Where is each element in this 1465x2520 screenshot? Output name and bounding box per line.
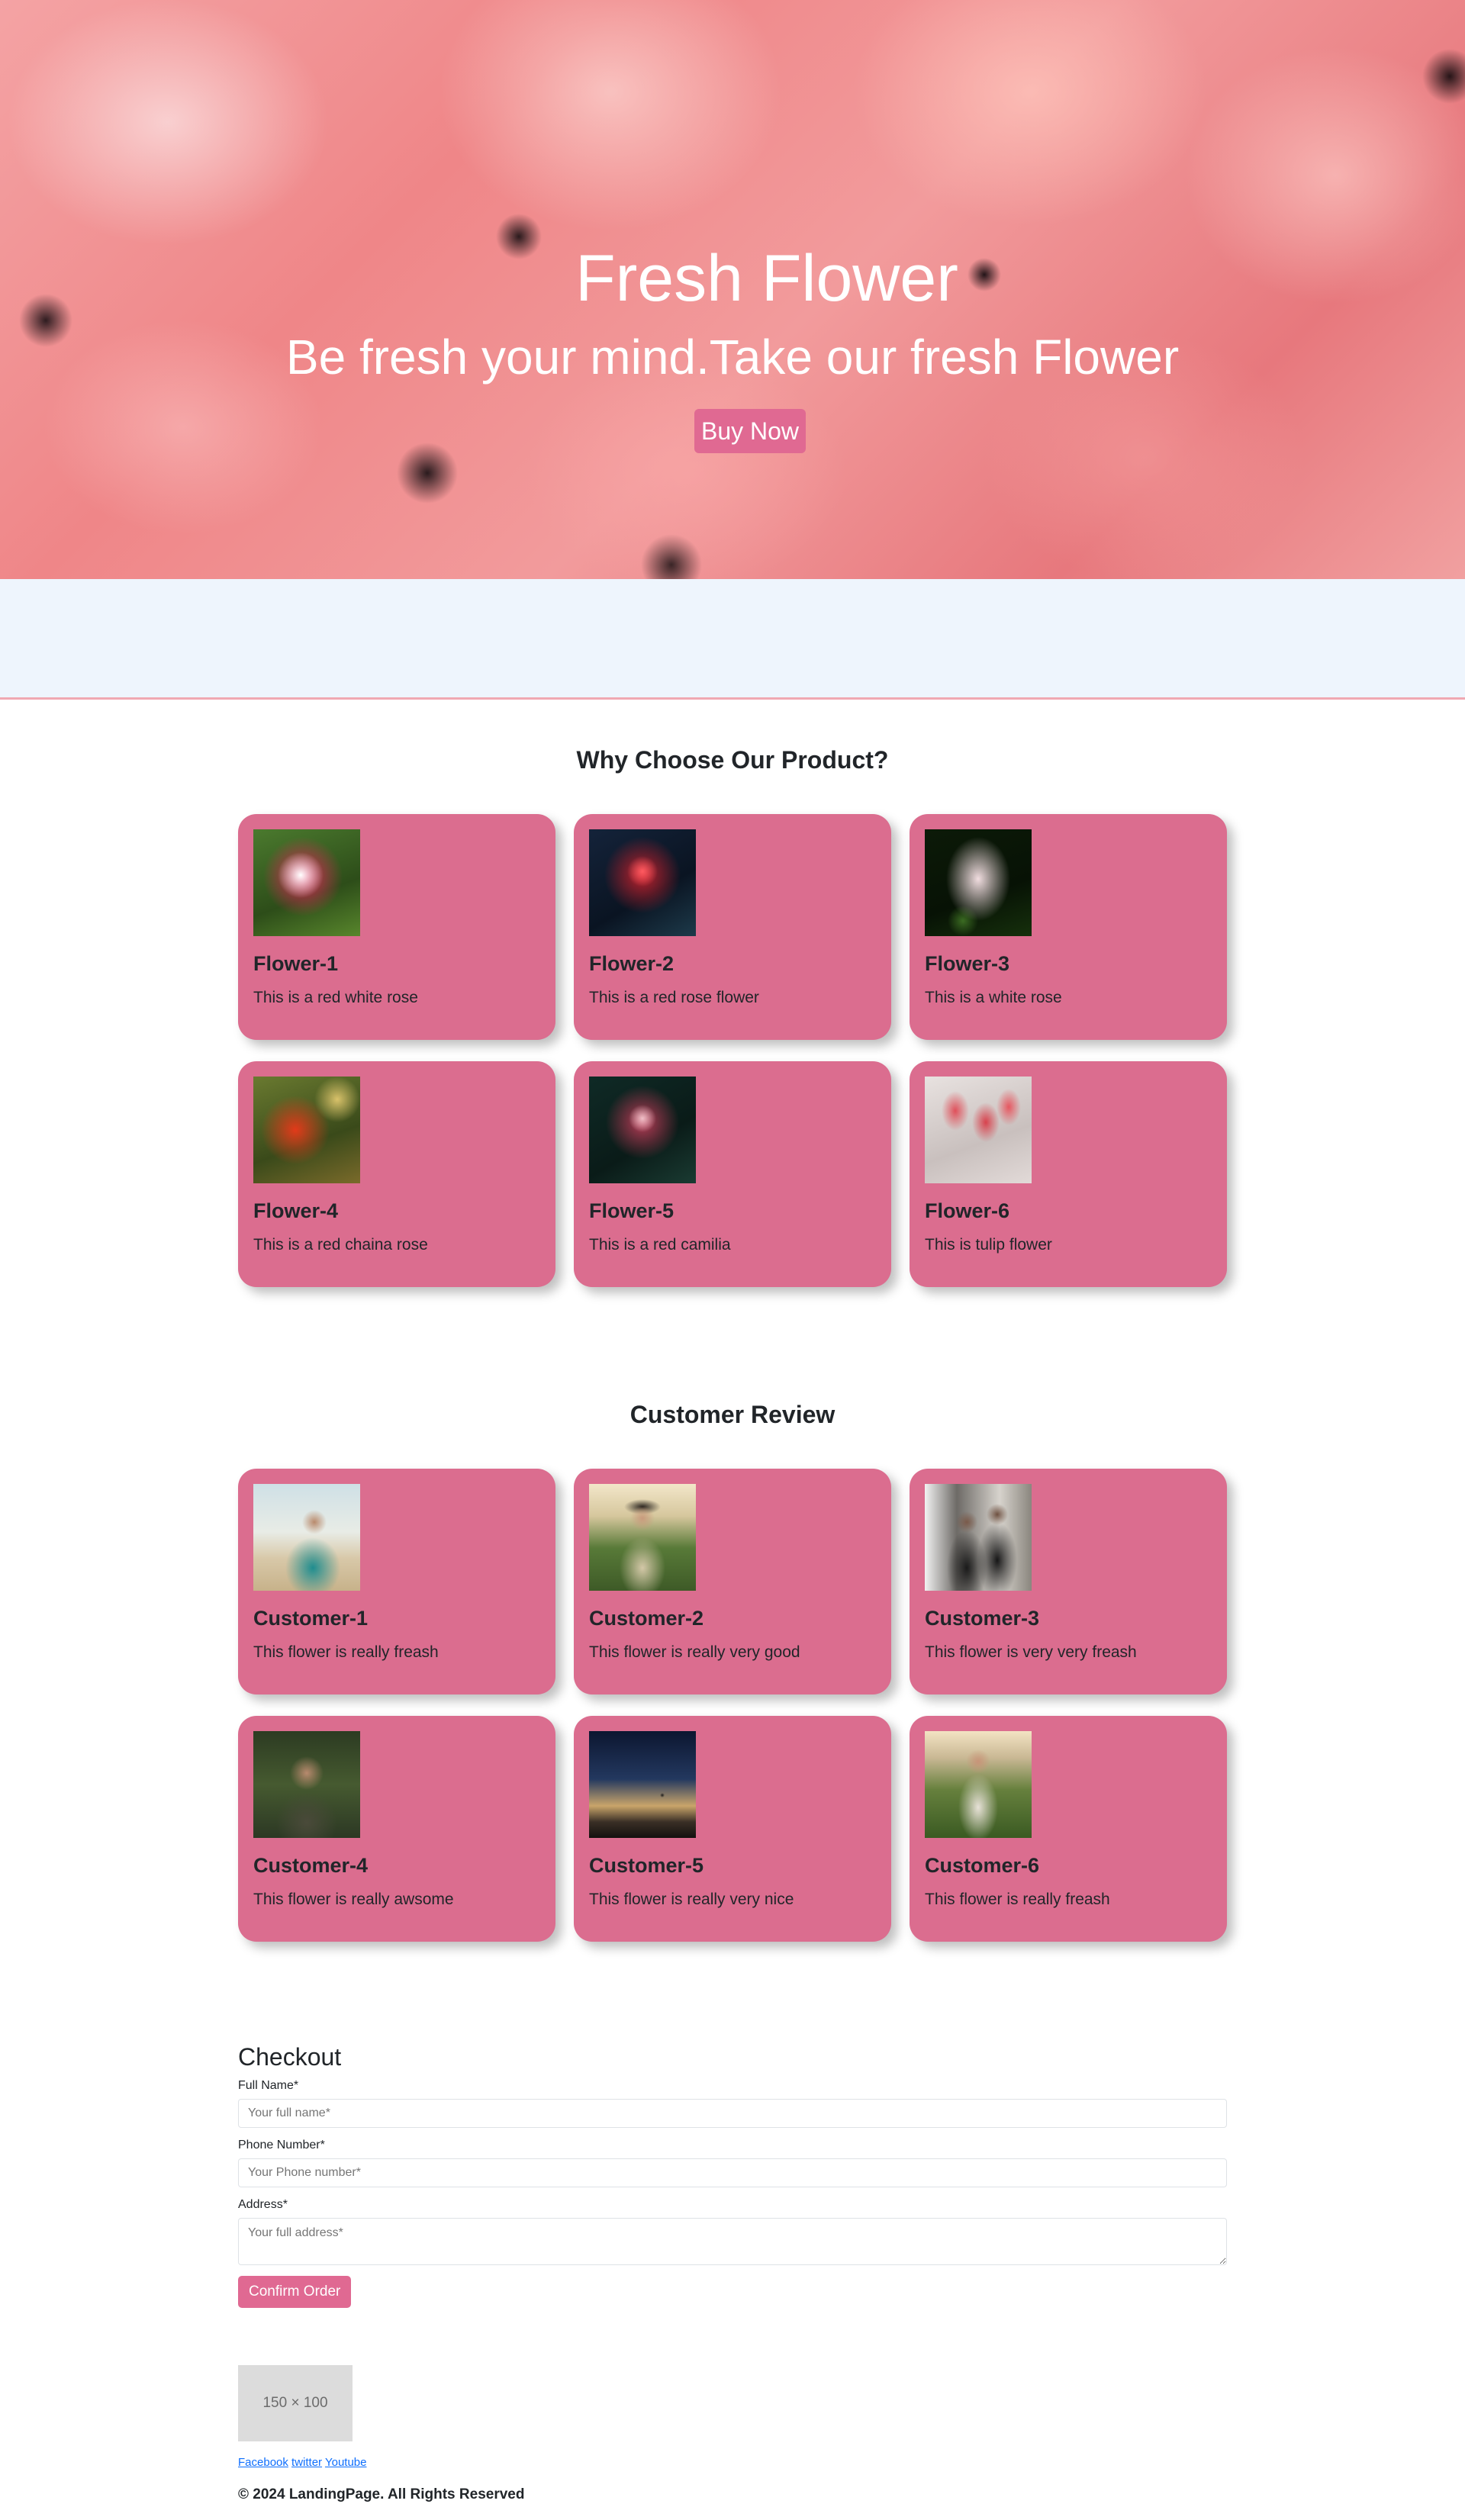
review-card: Customer-3 This flower is very very frea… xyxy=(910,1469,1227,1694)
product-title: Flower-2 xyxy=(589,952,675,975)
checkout-heading: Checkout xyxy=(238,2043,342,2071)
products-heading: Why Choose Our Product? xyxy=(576,746,889,774)
product-title: Flower-6 xyxy=(925,1199,1010,1222)
product-card: Flower-5 This is a red camilia xyxy=(574,1061,891,1287)
customer-name: Customer-5 xyxy=(589,1854,704,1877)
review-card: Customer-4 This flower is really awsome xyxy=(238,1716,555,1942)
product-card: Flower-4 This is a red chaina rose xyxy=(238,1061,555,1287)
product-image xyxy=(925,1077,1032,1183)
review-grid: Customer-1 This flower is really freash … xyxy=(238,1469,1227,1942)
buy-now-button[interactable]: Buy Now xyxy=(694,409,806,453)
product-title: Flower-1 xyxy=(253,952,339,975)
facebook-link[interactable]: Facebook xyxy=(238,2456,288,2469)
review-text: This flower is really very good xyxy=(589,1643,800,1661)
product-grid: Flower-1 This is a red white rose Flower… xyxy=(238,814,1227,1287)
customer-photo xyxy=(253,1731,360,1838)
hero-banner: Fresh Flower Be fresh your mind.Take our… xyxy=(0,0,1465,579)
product-description: This is tulip flower xyxy=(925,1235,1052,1254)
hero-title: Fresh Flower xyxy=(575,242,958,315)
customer-photo xyxy=(925,1484,1032,1591)
review-card: Customer-1 This flower is really freash xyxy=(238,1469,555,1694)
customer-name: Customer-2 xyxy=(589,1607,704,1630)
product-title: Flower-4 xyxy=(253,1199,339,1222)
customer-name: Customer-4 xyxy=(253,1854,369,1877)
hero-content: Fresh Flower Be fresh your mind.Take our… xyxy=(0,0,1465,579)
product-description: This is a red rose flower xyxy=(589,988,759,1006)
product-card: Flower-3 This is a white rose xyxy=(910,814,1227,1040)
address-textarea[interactable] xyxy=(238,2218,1227,2266)
review-text: This flower is really very nice xyxy=(589,1890,794,1908)
customer-photo xyxy=(589,1484,696,1591)
review-card: Customer-6 This flower is really freash xyxy=(910,1716,1227,1942)
twitter-link[interactable]: twitter xyxy=(291,2456,322,2469)
product-title: Flower-5 xyxy=(589,1199,675,1222)
copyright-text: © 2024 LandingPage. All Rights Reserved xyxy=(238,2486,525,2502)
product-description: This is a white rose xyxy=(925,988,1062,1006)
customer-photo xyxy=(253,1484,360,1591)
product-image xyxy=(925,829,1032,936)
youtube-link[interactable]: Youtube xyxy=(325,2456,367,2469)
reviews-heading: Customer Review xyxy=(629,1401,836,1428)
phone-input[interactable] xyxy=(238,2158,1227,2188)
product-image xyxy=(253,1077,360,1183)
address-label: Address* xyxy=(238,2198,288,2212)
review-card: Customer-2 This flower is really very go… xyxy=(574,1469,891,1694)
product-card: Flower-6 This is tulip flower xyxy=(910,1061,1227,1287)
customer-name: Customer-6 xyxy=(925,1854,1040,1877)
product-card: Flower-2 This is a red rose flower xyxy=(574,814,891,1040)
customer-photo xyxy=(589,1731,696,1838)
customer-name: Customer-1 xyxy=(253,1607,369,1630)
review-text: This flower is really freash xyxy=(253,1643,439,1661)
customer-photo xyxy=(925,1731,1032,1838)
confirm-order-button[interactable]: Confirm Order xyxy=(238,2276,352,2309)
product-description: This is a red camilia xyxy=(589,1235,731,1254)
product-image xyxy=(589,1077,696,1183)
full-name-input[interactable] xyxy=(238,2099,1227,2129)
product-description: This is a red chaina rose xyxy=(253,1235,428,1254)
product-card: Flower-1 This is a red white rose xyxy=(238,814,555,1040)
review-text: This flower is really awsome xyxy=(253,1890,454,1908)
customer-name: Customer-3 xyxy=(925,1607,1040,1630)
checkout-form: Checkout Full Name* Phone Number* Addres… xyxy=(238,2042,1227,2309)
product-title: Flower-3 xyxy=(925,952,1010,975)
spacer-band xyxy=(0,579,1465,700)
phone-label: Phone Number* xyxy=(238,2139,325,2152)
social-links: Facebook twitter Youtube xyxy=(238,2456,366,2469)
hero-subtitle: Be fresh your mind.Take our fresh Flower xyxy=(285,330,1180,385)
review-text: This flower is very very freash xyxy=(925,1643,1137,1661)
footer-image-placeholder: 150 × 100 xyxy=(238,2365,353,2441)
review-card: Customer-5 This flower is really very ni… xyxy=(574,1716,891,1942)
product-description: This is a red white rose xyxy=(253,988,418,1006)
product-image xyxy=(253,829,360,936)
review-text: This flower is really freash xyxy=(925,1890,1110,1908)
full-name-label: Full Name* xyxy=(238,2079,299,2093)
product-image xyxy=(589,829,696,936)
